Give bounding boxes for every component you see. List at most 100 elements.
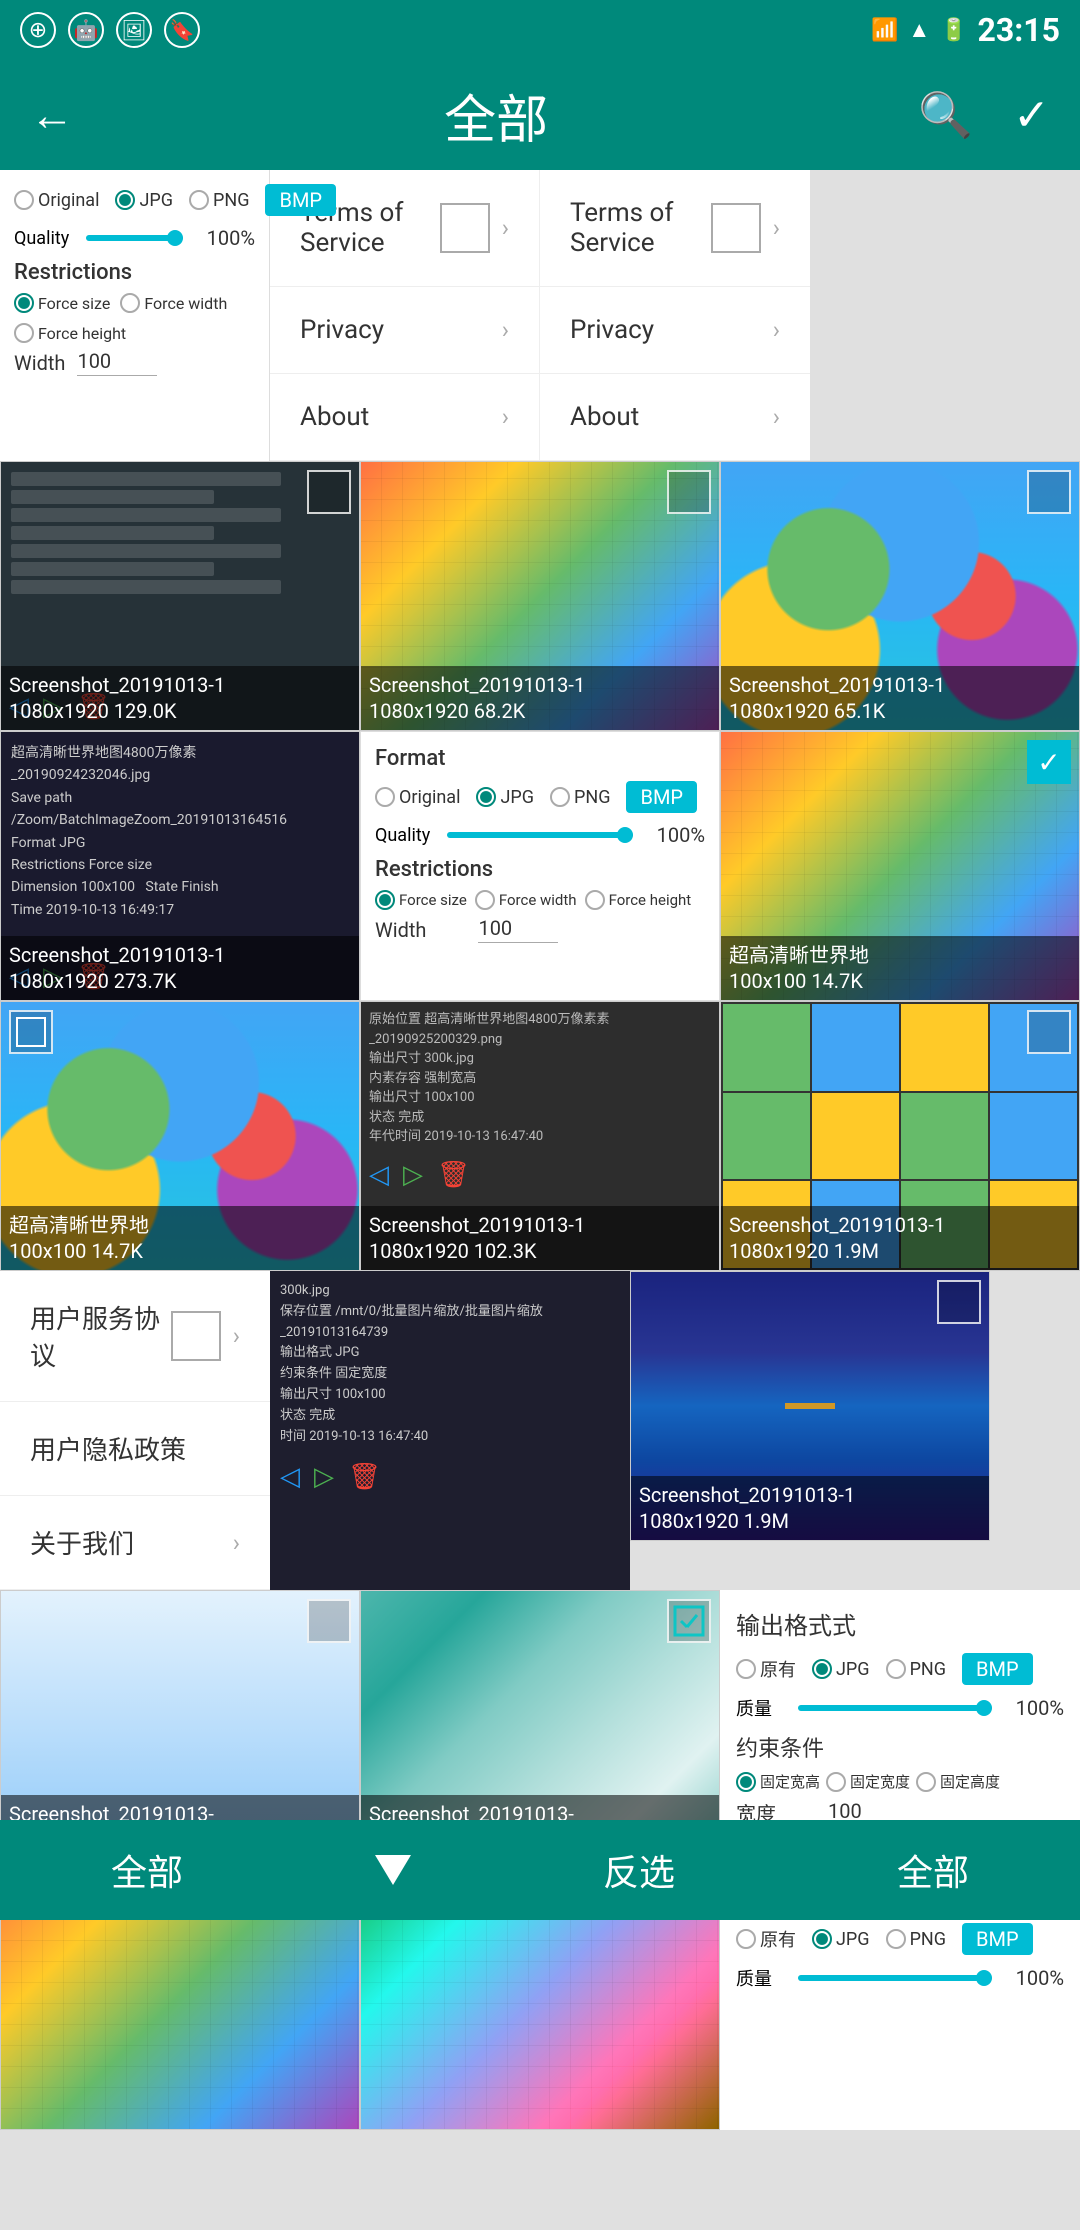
bmp-button[interactable]: BMP [265,184,336,216]
cell-checkbox-9[interactable] [307,1599,351,1643]
jpg-radio[interactable] [115,190,135,210]
out2-bmp-btn[interactable]: BMP [962,1923,1033,1955]
force-height-radio[interactable] [14,323,34,343]
cell-checkbox-8[interactable] [1027,1010,1071,1054]
image-cell-1[interactable]: ◁ ▷ 🗑 Screenshot_20191013-1 1080x1920 12… [0,461,360,731]
image-cell-4[interactable]: 超高清晰世界地图4800万像素 _20190924232046.jpg Save… [0,731,360,1001]
force-size-option[interactable]: Force size [14,293,110,313]
row-3: 超高清晰世界地图4800万像素 _20190924232046.jpg Save… [0,731,1080,1001]
jpg-radio-2[interactable] [476,787,496,807]
about-item-2[interactable]: About › [540,374,810,461]
bmp-btn-2[interactable]: BMP [626,781,697,813]
png-2[interactable]: PNG [550,787,610,808]
image-cell-aurora[interactable]: Screenshot_20191013-1 1080x1920 1.9M [630,1271,990,1541]
service-item[interactable]: 用户服务协议 › [0,1271,270,1402]
orig-radio-2[interactable] [375,787,395,807]
format-png[interactable]: PNG [189,190,249,211]
cell-checkbox-1[interactable] [307,470,351,514]
out-fh[interactable]: 固定高度 [916,1771,1000,1792]
terms-right-1: › [440,203,509,253]
delete-icon-center[interactable]: 🗑 [348,1457,381,1499]
back-button[interactable]: ← [30,89,74,141]
quality-slider[interactable] [86,235,183,241]
out-orig-radio[interactable] [736,1659,756,1679]
output-format-row-2: 原有 JPG PNG BMP [736,1923,1064,1955]
force-width-option[interactable]: Force width [120,293,227,313]
cell-checkbox-10[interactable] [667,1599,711,1643]
terms-item-2[interactable]: Terms of Service › [540,170,810,287]
restrictions-label: Restrictions [14,260,255,285]
image-cell-5[interactable]: 超高清晰世界地 100x100 14.7K [720,731,1080,1001]
confirm-button[interactable]: ✓ [1013,89,1050,141]
quality-slider-2[interactable] [447,832,633,838]
out-png-radio[interactable] [886,1659,906,1679]
fh-radio-2[interactable] [585,890,605,910]
out-bmp-btn[interactable]: BMP [962,1653,1033,1685]
about-cn-item[interactable]: 关于我们 › [0,1496,270,1590]
delete-icon-7[interactable]: 🗑 [437,1160,470,1190]
cell-checkbox-aurora[interactable] [937,1280,981,1324]
png-radio-2[interactable] [550,787,570,807]
original-radio[interactable] [14,190,34,210]
format-row-2: Format [375,746,705,771]
search-button[interactable]: 🔍 [918,89,973,141]
cell-checkbox-3[interactable] [1027,470,1071,514]
out-fs-radio[interactable] [736,1772,756,1792]
restrictions-label-2: Restrictions [375,857,705,882]
out2-jpg[interactable]: JPG [812,1929,870,1950]
about-item-1[interactable]: About › [270,374,539,461]
fw-radio-2[interactable] [475,890,495,910]
force-size-radio[interactable] [14,293,34,313]
image-cell-3[interactable]: Screenshot_20191013-1 1080x1920 65.1K [720,461,1080,731]
image-cell-7[interactable]: 原始位置 超高清晰世界地图4800万像素素_20190925200329.png… [360,1001,720,1271]
privacy-item-1[interactable]: Privacy › [270,287,539,374]
send-icon-center[interactable]: ◁ [280,1457,300,1499]
format-jpg[interactable]: JPG [115,190,173,211]
about-cn-label: 关于我们 [30,1524,134,1561]
out2-quality-slider[interactable] [798,1975,992,1981]
out2-png-radio[interactable] [886,1929,906,1949]
out2-orig-radio[interactable] [736,1929,756,1949]
fh-2[interactable]: Force height [585,890,692,910]
out-fh-radio[interactable] [916,1772,936,1792]
image-cell-8[interactable]: Screenshot_20191013-1 1080x1920 1.9M [720,1001,1080,1271]
out-fw[interactable]: 固定宽度 [826,1771,910,1792]
out-original[interactable]: 原有 [736,1656,796,1682]
fs-radio-2[interactable] [375,890,395,910]
terms-checkbox-1[interactable] [440,203,490,253]
play-icon-center[interactable]: ▷ [314,1457,334,1499]
jpg-2[interactable]: JPG [476,787,534,808]
cell-checkbox-2[interactable] [667,470,711,514]
out-jpg[interactable]: JPG [812,1659,870,1680]
out-png[interactable]: PNG [886,1659,946,1680]
privacy-item-2[interactable]: Privacy › [540,287,810,374]
image-cell-6[interactable]: 超高清晰世界地 100x100 14.7K [0,1001,360,1271]
out-jpg-radio[interactable] [812,1659,832,1679]
force-height-option[interactable]: Force height [14,323,126,343]
invert-button[interactable]: 反选 [573,1834,705,1906]
image-cell-2[interactable]: Screenshot_20191013-1 1080x1920 68.2K [360,461,720,731]
fs-2[interactable]: Force size [375,890,467,910]
out-fw-radio[interactable] [826,1772,846,1792]
all-button[interactable]: 全部 [81,1834,213,1906]
format-original[interactable]: Original [14,190,99,211]
out2-original[interactable]: 原有 [736,1926,796,1952]
cell-checkbox-5[interactable] [1027,740,1071,784]
orig-2[interactable]: Original [375,787,460,808]
out2-png[interactable]: PNG [886,1929,946,1950]
cell-checkbox-6[interactable] [9,1010,53,1054]
detail-restrictions: 约束条件 固定宽度 [280,1364,620,1385]
select-all-button[interactable]: 全部 [867,1834,999,1906]
action-row-center: ◁ ▷ 🗑 [280,1457,620,1499]
terms-checkbox-2[interactable] [711,203,761,253]
out-fs[interactable]: 固定宽高 [736,1771,820,1792]
png-radio[interactable] [189,190,209,210]
send-icon-7[interactable]: ◁ [369,1160,389,1190]
fw-2[interactable]: Force width [475,890,577,910]
out-quality-slider[interactable] [798,1705,992,1711]
service-checkbox[interactable] [171,1311,221,1361]
force-width-radio[interactable] [120,293,140,313]
play-icon-7[interactable]: ▷ [403,1160,423,1190]
out2-jpg-radio[interactable] [812,1929,832,1949]
privacy-cn-item[interactable]: 用户隐私政策 [0,1402,270,1496]
